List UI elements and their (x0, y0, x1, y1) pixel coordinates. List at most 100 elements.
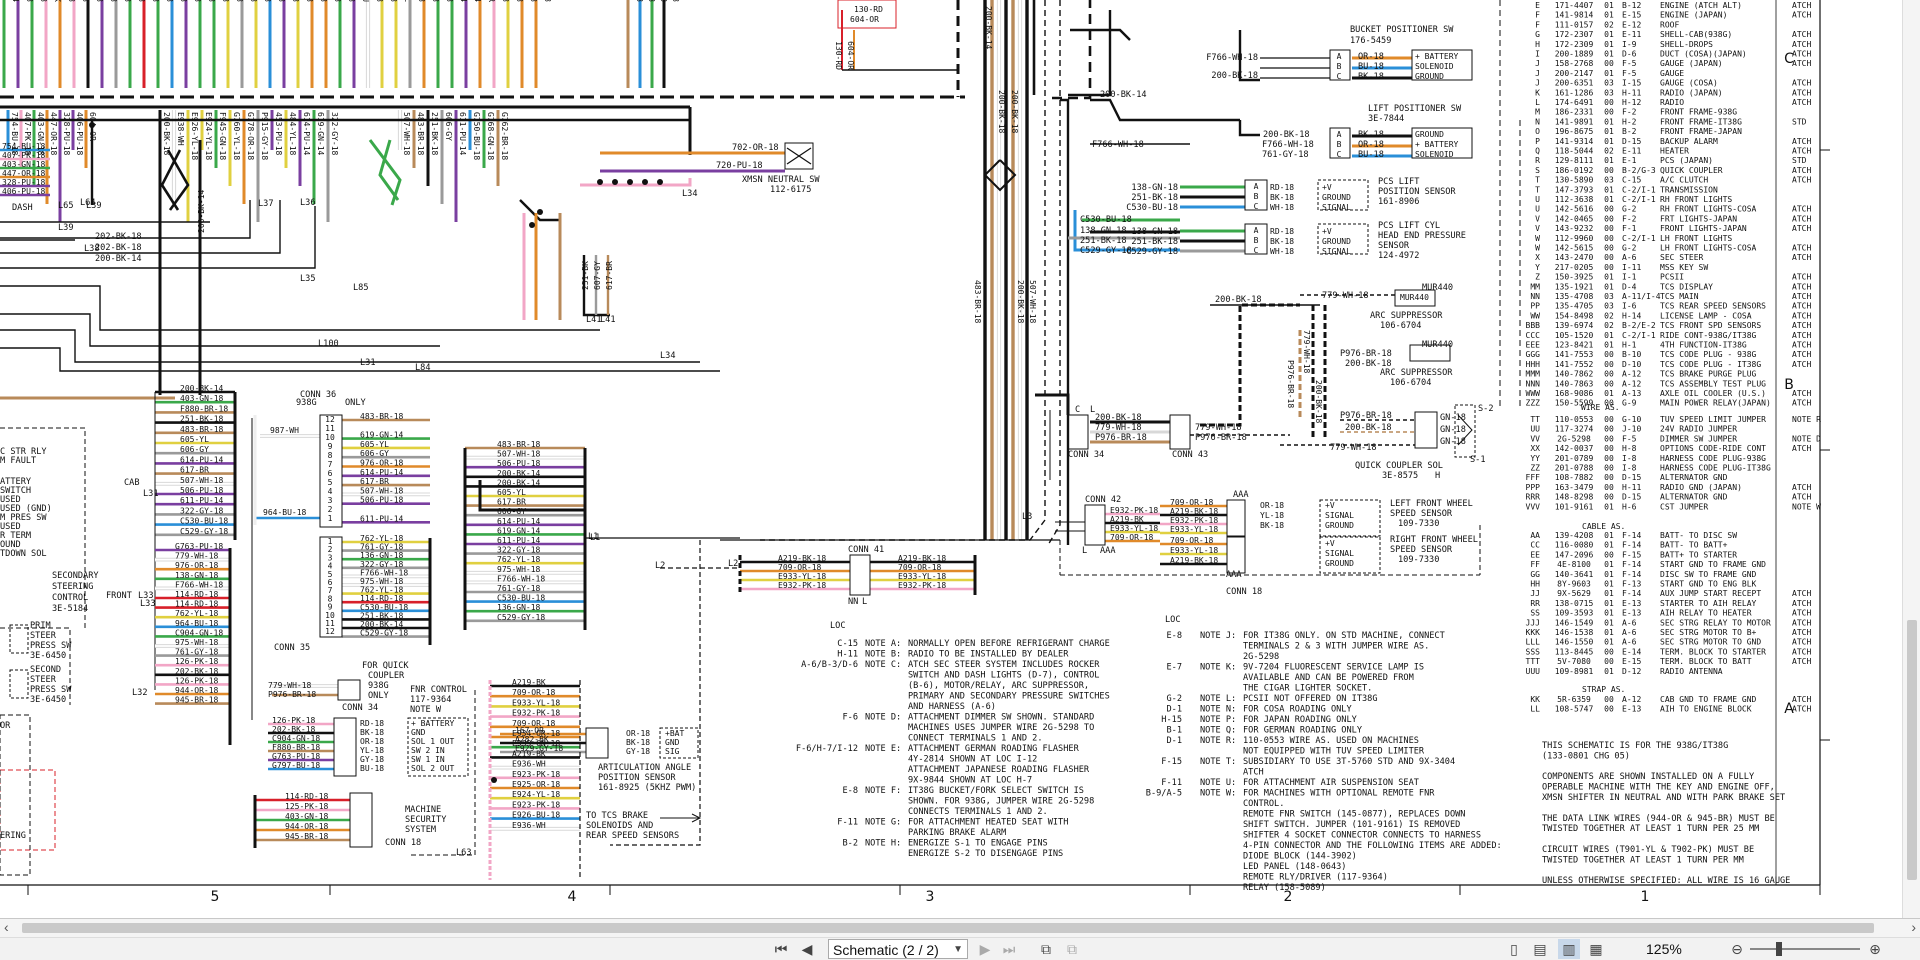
wire-label: 605-YL (497, 488, 526, 497)
note-text: PARKING BRAKE ALARM (908, 828, 1006, 838)
part-number: 146-1550 (1555, 638, 1594, 647)
part-id: W (1535, 234, 1540, 243)
part-number: 142-0465 (1555, 214, 1594, 223)
horizontal-scroll-thumb[interactable] (22, 923, 1874, 933)
note-location: B-9/A-5 (1146, 789, 1182, 799)
part-option: ATCH (1792, 493, 1811, 502)
note-text: CONNECT TERMINALS 1 AND 2. (908, 734, 1043, 744)
wire-label: 125-PK-18 (285, 802, 329, 811)
wire (1070, 28, 1131, 41)
pin-function-label: +V (1325, 501, 1335, 510)
component-label: POSITION SENSOR (1378, 187, 1456, 197)
wire-label: E932-PK-18 (1170, 516, 1218, 525)
note-text: FOR GERMAN ROADING ONLY (1243, 726, 1363, 736)
pin-label: L (862, 597, 867, 607)
vertical-scroll-thumb[interactable] (1907, 620, 1917, 880)
wire-label: E932-PK-18 (512, 709, 560, 718)
component-label: XMSN NEUTRAL SW (742, 175, 820, 185)
part-id: FF (1530, 560, 1540, 569)
zoom-out-icon[interactable]: ⊖ (1728, 939, 1746, 959)
part-description: DIMMER SW JUMPER (1660, 434, 1737, 443)
wire-label: 328-PU-18 (2, 178, 46, 187)
part-number: 172-2309 (1555, 40, 1594, 49)
wire-label: 138-GN-18 (1131, 183, 1178, 193)
component-label: SYSTEM (405, 825, 436, 835)
part-qty: 01 (1604, 273, 1614, 282)
column-marker: 3 (926, 889, 935, 905)
previous-page-icon[interactable]: ◀ (798, 939, 816, 959)
next-page-icon[interactable]: ▶ (976, 939, 994, 959)
facing-view-icon[interactable]: ▥ (1558, 939, 1580, 959)
part-option: ATCH (1792, 341, 1811, 350)
single-page-view-icon[interactable]: ▯ (1504, 939, 1524, 959)
part-qty: 00 (1604, 263, 1614, 272)
horizontal-scrollbar[interactable]: ‹ › (0, 919, 1920, 938)
first-page-icon[interactable]: ⏮ (772, 939, 790, 959)
part-id: LLL (1526, 638, 1541, 647)
pin-label: 12 (325, 415, 335, 424)
part-id: J (1535, 59, 1540, 68)
splice-dot (491, 777, 497, 783)
part-qty: 00 (1604, 434, 1614, 443)
continuous-facing-view-icon[interactable]: ▦ (1586, 939, 1606, 959)
junction-label: L39 (86, 201, 102, 211)
wire-label: 322-GY-18 (497, 546, 541, 555)
quick-coupler-connector (1414, 411, 1438, 449)
note-location: G-2 (1166, 694, 1182, 704)
copy-page-icon[interactable]: ⧉ (1062, 939, 1082, 959)
part-description: TRANSMISSION (1660, 185, 1718, 194)
part-location: C-2/I-1 (1622, 195, 1656, 204)
wire-label: P976-BR-18 (268, 690, 316, 699)
scroll-left-icon[interactable]: ‹ (4, 919, 9, 935)
two-pages-icon[interactable]: ⧉ (1036, 939, 1056, 959)
part-id: LL (1530, 705, 1540, 714)
wire-label: F880-BR-18 (272, 743, 320, 752)
wire-label: E800-GN-18 (39, 0, 48, 2)
wire-label: 611-PU-14 (497, 536, 541, 545)
wire-label: 403-GN-18 (347, 0, 356, 2)
wire-label: 447-OR-18 (2, 169, 46, 178)
wire-label: 944-OR-18 (285, 822, 329, 831)
scroll-right-icon[interactable]: › (1911, 919, 1916, 935)
part-location: G-2 (1622, 244, 1637, 253)
part-qty: 01 (1604, 628, 1614, 637)
wire-label: BK-18 (1358, 72, 1384, 82)
wire-label: 709-OR-18 (778, 563, 822, 572)
wire (1238, 120, 1260, 137)
part-qty: 01 (1604, 502, 1614, 511)
wire-label: C530-BU-18 (1080, 215, 1132, 225)
part-description: SEC STRG RELAY TO MOTOR (1660, 618, 1771, 627)
part-qty: 01 (1604, 69, 1614, 78)
zoom-slider-handle[interactable] (1776, 942, 1782, 956)
part-option: ATCH (1792, 98, 1811, 107)
note-location: F-11 (837, 818, 858, 828)
note-id: NOTE A: (865, 639, 901, 649)
note-id: NOTE C: (865, 660, 901, 670)
wire-label: RD-18 (1270, 227, 1294, 236)
zoom-in-icon[interactable]: ⊕ (1866, 939, 1884, 959)
vertical-scrollbar[interactable] (1902, 0, 1920, 918)
part-qty: 01 (1604, 50, 1614, 59)
wire-label: WH-18 (1270, 203, 1294, 212)
part-option: ATCH (1792, 137, 1811, 146)
part-number: 201-0788 (1555, 464, 1594, 473)
part-location: F-5 (1622, 434, 1637, 443)
page-select[interactable]: Schematic (2 / 2) ▼ (828, 939, 968, 959)
note-text: NORMALLY OPEN BEFORE REFRIGERANT CHARGE (908, 639, 1110, 649)
part-description: TCS REAR SPEED SENSORS (1660, 302, 1766, 311)
part-location: B-2/E-2 (1622, 321, 1656, 330)
zoom-slider[interactable] (1750, 948, 1860, 950)
wire-label: F880-BR-18 (180, 404, 228, 413)
part-qty: 01 (1604, 531, 1614, 540)
last-page-icon[interactable]: ⏭ (1000, 939, 1018, 959)
part-qty: 03 (1604, 176, 1614, 185)
table-heading: WIRE AS. (1581, 403, 1620, 412)
wire-label: BU-18 (360, 764, 384, 773)
part-description: TCS MAIN (1660, 292, 1699, 301)
wire-label: 200-BK-18 (1345, 423, 1392, 433)
continuous-view-icon[interactable]: ▤ (1530, 939, 1550, 959)
wire-label: YL-18 (360, 746, 384, 755)
part-location: B-2/G-3 (1622, 166, 1656, 175)
wire-label: 779-WH-18 (1095, 423, 1142, 433)
wire-label: 200-BK-18 (1095, 413, 1142, 423)
